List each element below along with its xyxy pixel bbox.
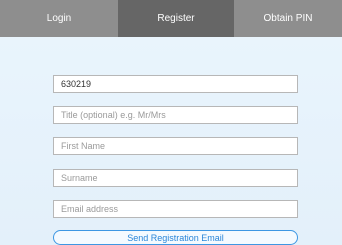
first-name-field[interactable]	[53, 137, 298, 155]
title-field[interactable]	[53, 106, 298, 124]
register-screen: Login Register Obtain PIN Send Registrat…	[0, 0, 342, 245]
surname-field[interactable]	[53, 169, 298, 187]
tab-bar: Login Register Obtain PIN	[0, 0, 342, 37]
tab-login[interactable]: Login	[0, 0, 118, 37]
code-field[interactable]	[53, 75, 298, 93]
email-field[interactable]	[53, 200, 298, 218]
send-registration-email-button[interactable]: Send Registration Email	[53, 230, 298, 245]
tab-obtain-pin[interactable]: Obtain PIN	[234, 0, 342, 37]
tab-register[interactable]: Register	[118, 0, 234, 37]
